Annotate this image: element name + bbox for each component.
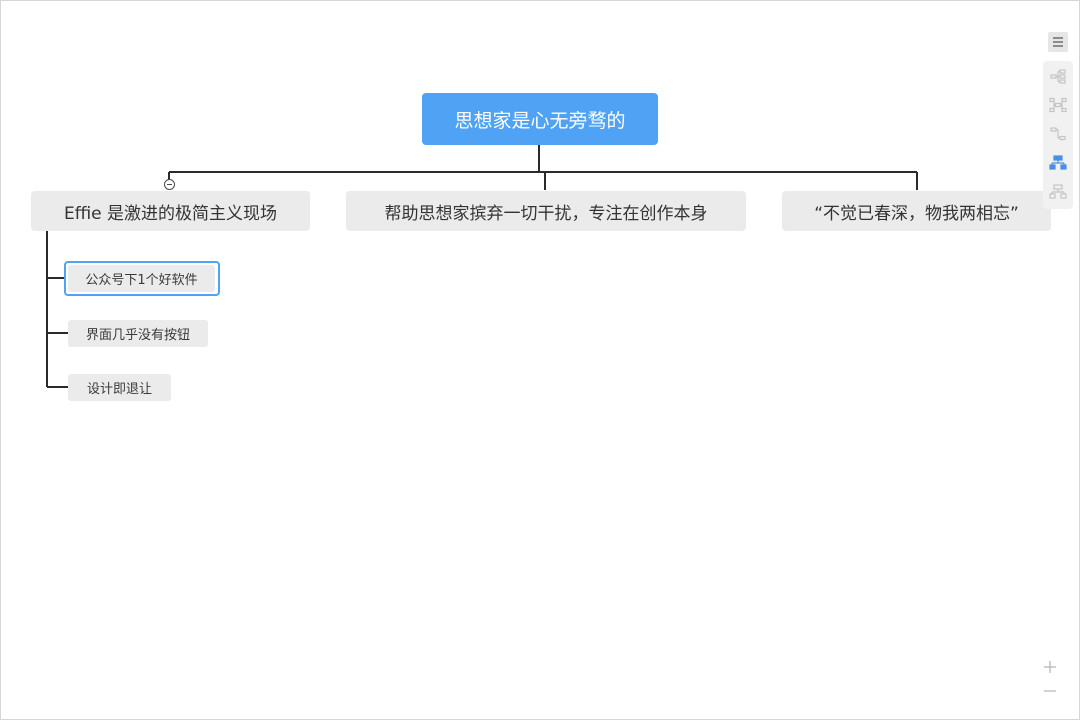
minus-icon[interactable] <box>1042 683 1058 699</box>
root-node[interactable]: 思想家是心无旁骛的 <box>422 93 658 145</box>
layout-left-tree-icon[interactable] <box>1048 124 1068 144</box>
branch-node-2[interactable]: 帮助思想家摈弃一切干扰，专注在创作本身 <box>346 191 746 231</box>
layout-org-chart-icon[interactable] <box>1048 153 1068 173</box>
layout-panel <box>1043 61 1073 209</box>
layout-right-tree-icon[interactable] <box>1048 66 1068 86</box>
branch-1-connector <box>46 231 68 388</box>
mindmap-app: 思想家是心无旁骛的 Effie 是激进的极简主义现场 帮助思想家摈弃一切干扰，专… <box>0 0 1080 720</box>
collapse-toggle-icon[interactable] <box>164 179 175 190</box>
layout-org-chart-alt-icon[interactable] <box>1048 182 1068 202</box>
layout-radial-icon[interactable] <box>1048 95 1068 115</box>
branch-node-1[interactable]: Effie 是激进的极简主义现场 <box>31 191 310 231</box>
root-connector <box>168 145 918 190</box>
hamburger-menu-icon[interactable] <box>1048 32 1068 52</box>
branch-node-3[interactable]: “不觉已春深，物我两相忘” <box>782 191 1051 231</box>
child-node-3[interactable]: 设计即退让 <box>68 374 171 401</box>
child-node-1[interactable]: 公众号下1个好软件 <box>68 265 215 292</box>
plus-icon[interactable] <box>1042 659 1058 675</box>
child-node-2[interactable]: 界面几乎没有按钮 <box>68 320 208 347</box>
